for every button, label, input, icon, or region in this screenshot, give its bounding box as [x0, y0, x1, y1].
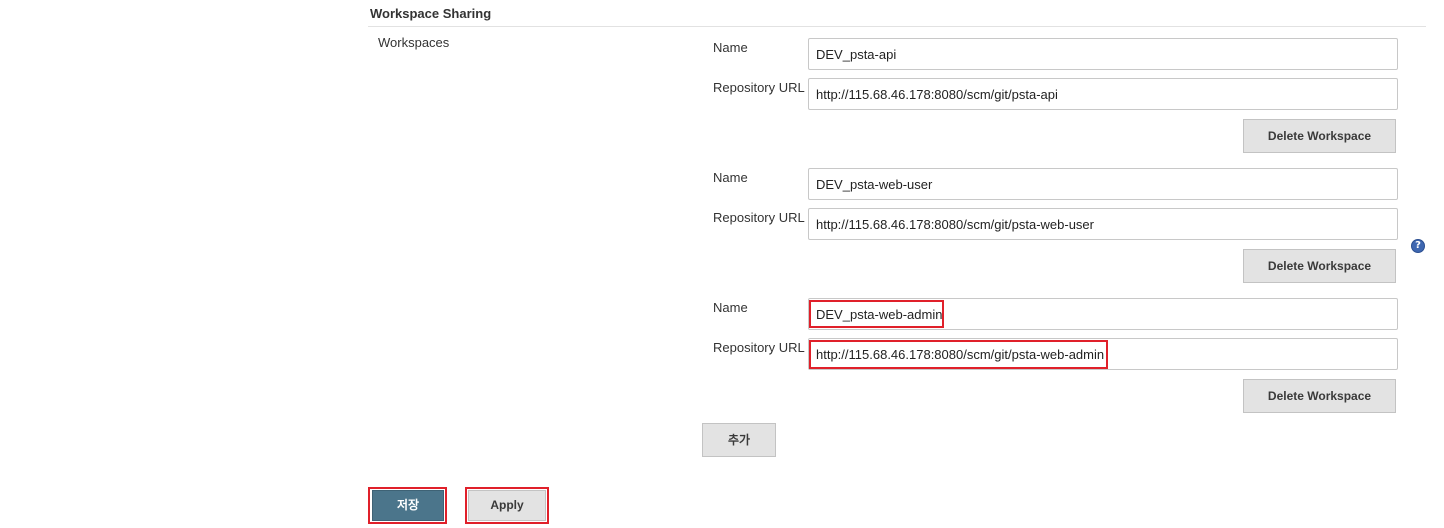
workspace-2-url-label: Repository URL — [713, 210, 805, 225]
workspace-3-url-input[interactable] — [808, 338, 1398, 370]
workspace-2-name-label: Name — [713, 170, 748, 185]
workspace-3-name-input[interactable] — [808, 298, 1398, 330]
workspace-1-delete-button[interactable]: Delete Workspace — [1243, 119, 1396, 153]
workspace-2-delete-button[interactable]: Delete Workspace — [1243, 249, 1396, 283]
help-icon[interactable]: ? — [1411, 239, 1425, 253]
save-button[interactable]: 저장 — [372, 490, 444, 521]
workspace-1-name-label: Name — [713, 40, 748, 55]
workspace-1-name-input[interactable] — [808, 38, 1398, 70]
workspace-1-url-input[interactable] — [808, 78, 1398, 110]
workspace-3-url-label: Repository URL — [713, 340, 805, 355]
workspace-3-delete-button[interactable]: Delete Workspace — [1243, 379, 1396, 413]
workspaces-label: Workspaces — [378, 35, 450, 50]
add-workspace-button[interactable]: 추가 — [702, 423, 776, 457]
section-title: Workspace Sharing — [370, 6, 492, 21]
apply-button[interactable]: Apply — [468, 490, 546, 521]
section-divider — [368, 26, 1426, 27]
workspace-2-url-input[interactable] — [808, 208, 1398, 240]
workspace-2-name-input[interactable] — [808, 168, 1398, 200]
workspace-3-name-label: Name — [713, 300, 748, 315]
workspace-1-url-label: Repository URL — [713, 80, 805, 95]
